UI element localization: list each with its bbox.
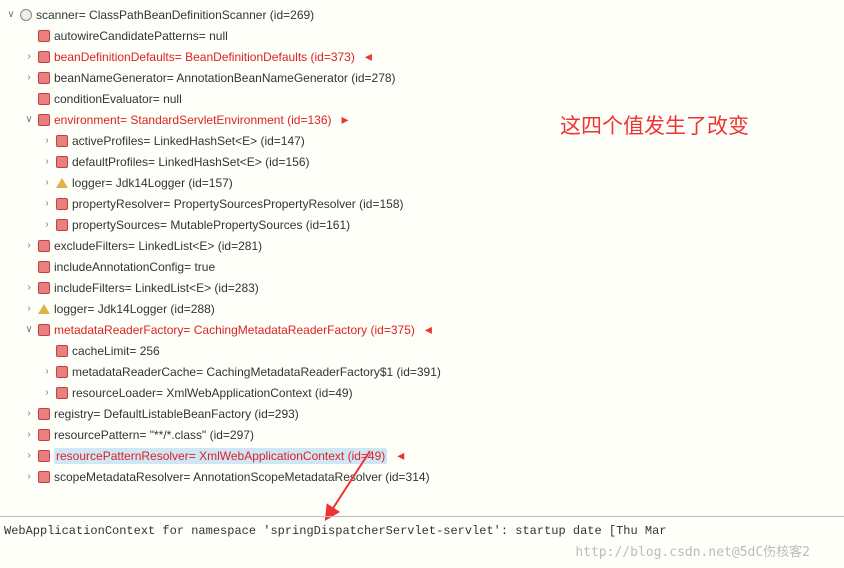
field-icon — [56, 198, 68, 210]
node-label: includeAnnotationConfig= true — [54, 260, 215, 274]
expander-icon[interactable]: › — [22, 51, 36, 62]
field-icon — [38, 72, 50, 84]
node-label: environment= StandardServletEnvironment … — [54, 113, 332, 127]
expander-icon[interactable]: › — [40, 177, 54, 188]
node-label: defaultProfiles= LinkedHashSet<E> (id=15… — [72, 155, 310, 169]
expander-icon[interactable]: › — [22, 429, 36, 440]
node-label: metadataReaderCache= CachingMetadataRead… — [72, 365, 441, 379]
tree-row[interactable]: › beanDefinitionDefaults= BeanDefinition… — [4, 46, 844, 67]
node-label: excludeFilters= LinkedList<E> (id=281) — [54, 239, 262, 253]
changed-marker-icon: ◂ — [425, 321, 432, 338]
expander-icon[interactable]: › — [40, 387, 54, 398]
field-icon — [56, 219, 68, 231]
tree-row-metadata[interactable]: ∨ metadataReaderFactory= CachingMetadata… — [4, 319, 844, 340]
tree-row-scanner[interactable]: ∨ scanner= ClassPathBeanDefinitionScanne… — [4, 4, 844, 25]
tree-row[interactable]: › logger= Jdk14Logger (id=157) — [4, 172, 844, 193]
field-icon — [38, 450, 50, 462]
field-icon — [56, 366, 68, 378]
changed-marker-icon: ▸ — [342, 111, 349, 128]
node-label: logger= Jdk14Logger (id=157) — [72, 176, 233, 190]
expander-icon[interactable]: › — [40, 156, 54, 167]
tree-row[interactable]: › registry= DefaultListableBeanFactory (… — [4, 403, 844, 424]
field-icon — [38, 51, 50, 63]
tree-row[interactable]: › logger= Jdk14Logger (id=288) — [4, 298, 844, 319]
node-label: resourcePattern= "**/*.class" (id=297) — [54, 428, 254, 442]
tree-row[interactable]: cacheLimit= 256 — [4, 340, 844, 361]
watermark-text: http://blog.csdn.net@5dC伤核客2 — [575, 541, 810, 560]
field-icon — [38, 240, 50, 252]
expander-icon[interactable]: › — [22, 282, 36, 293]
field-icon — [38, 261, 50, 273]
expander-icon[interactable]: › — [40, 366, 54, 377]
field-icon — [56, 345, 68, 357]
tree-row[interactable]: includeAnnotationConfig= true — [4, 256, 844, 277]
tree-row[interactable]: › includeFilters= LinkedList<E> (id=283) — [4, 277, 844, 298]
field-icon — [56, 387, 68, 399]
node-label: includeFilters= LinkedList<E> (id=283) — [54, 281, 259, 295]
node-label: autowireCandidatePatterns= null — [54, 29, 228, 43]
expander-icon[interactable]: › — [22, 450, 36, 461]
separator — [0, 516, 844, 517]
console-output: WebApplicationContext for namespace 'spr… — [0, 524, 844, 538]
inherited-field-icon — [56, 178, 68, 188]
node-label: cacheLimit= 256 — [72, 344, 160, 358]
field-icon — [38, 30, 50, 42]
tree-row[interactable]: › defaultProfiles= LinkedHashSet<E> (id=… — [4, 151, 844, 172]
tree-row[interactable]: › beanNameGenerator= AnnotationBeanNameG… — [4, 67, 844, 88]
node-label: metadataReaderFactory= CachingMetadataRe… — [54, 323, 415, 337]
field-icon — [38, 429, 50, 441]
expander-icon[interactable]: ∨ — [22, 114, 36, 125]
node-label: scopeMetadataResolver= AnnotationScopeMe… — [54, 470, 430, 484]
tree-row[interactable]: › metadataReaderCache= CachingMetadataRe… — [4, 361, 844, 382]
expander-icon[interactable]: ∨ — [4, 9, 18, 20]
field-icon — [38, 282, 50, 294]
node-label: scanner= ClassPathBeanDefinitionScanner … — [36, 8, 314, 22]
inherited-field-icon — [38, 304, 50, 314]
tree-row[interactable]: › scopeMetadataResolver= AnnotationScope… — [4, 466, 844, 487]
expander-icon[interactable]: › — [22, 303, 36, 314]
expander-icon[interactable]: › — [40, 219, 54, 230]
tree-row[interactable]: › excludeFilters= LinkedList<E> (id=281) — [4, 235, 844, 256]
field-icon — [38, 93, 50, 105]
expander-icon[interactable]: › — [40, 135, 54, 146]
node-label: resourceLoader= XmlWebApplicationContext… — [72, 386, 353, 400]
expander-icon[interactable]: › — [22, 471, 36, 482]
node-label: registry= DefaultListableBeanFactory (id… — [54, 407, 299, 421]
object-icon — [20, 9, 32, 21]
node-label: activeProfiles= LinkedHashSet<E> (id=147… — [72, 134, 305, 148]
expander-icon[interactable]: ∨ — [22, 324, 36, 335]
tree-row[interactable]: conditionEvaluator= null — [4, 88, 844, 109]
node-label: beanNameGenerator= AnnotationBeanNameGen… — [54, 71, 396, 85]
node-label: logger= Jdk14Logger (id=288) — [54, 302, 215, 316]
tree-row[interactable]: › resourcePattern= "**/*.class" (id=297) — [4, 424, 844, 445]
tree-row[interactable]: › resourceLoader= XmlWebApplicationConte… — [4, 382, 844, 403]
expander-icon[interactable]: › — [22, 240, 36, 251]
expander-icon[interactable]: › — [22, 408, 36, 419]
node-label: conditionEvaluator= null — [54, 92, 182, 106]
tree-row[interactable]: autowireCandidatePatterns= null — [4, 25, 844, 46]
node-label: propertySources= MutablePropertySources … — [72, 218, 350, 232]
field-icon — [38, 471, 50, 483]
annotation-text: 这四个值发生了改变 — [560, 110, 749, 140]
node-label: beanDefinitionDefaults= BeanDefinitionDe… — [54, 50, 355, 64]
node-label: propertyResolver= PropertySourcesPropert… — [72, 197, 403, 211]
tree-row-resourcepattern[interactable]: › resourcePatternResolver= XmlWebApplica… — [4, 445, 844, 466]
changed-marker-icon: ◂ — [397, 447, 404, 464]
field-icon — [38, 324, 50, 336]
tree-row[interactable]: › propertySources= MutablePropertySource… — [4, 214, 844, 235]
field-icon — [38, 408, 50, 420]
field-icon — [56, 135, 68, 147]
expander-icon[interactable]: › — [22, 72, 36, 83]
field-icon — [56, 156, 68, 168]
changed-marker-icon: ◂ — [365, 48, 372, 65]
tree-row[interactable]: › propertyResolver= PropertySourcesPrope… — [4, 193, 844, 214]
field-icon — [38, 114, 50, 126]
node-label: resourcePatternResolver= XmlWebApplicati… — [54, 448, 387, 464]
variables-tree: ∨ scanner= ClassPathBeanDefinitionScanne… — [0, 0, 844, 487]
expander-icon[interactable]: › — [40, 198, 54, 209]
